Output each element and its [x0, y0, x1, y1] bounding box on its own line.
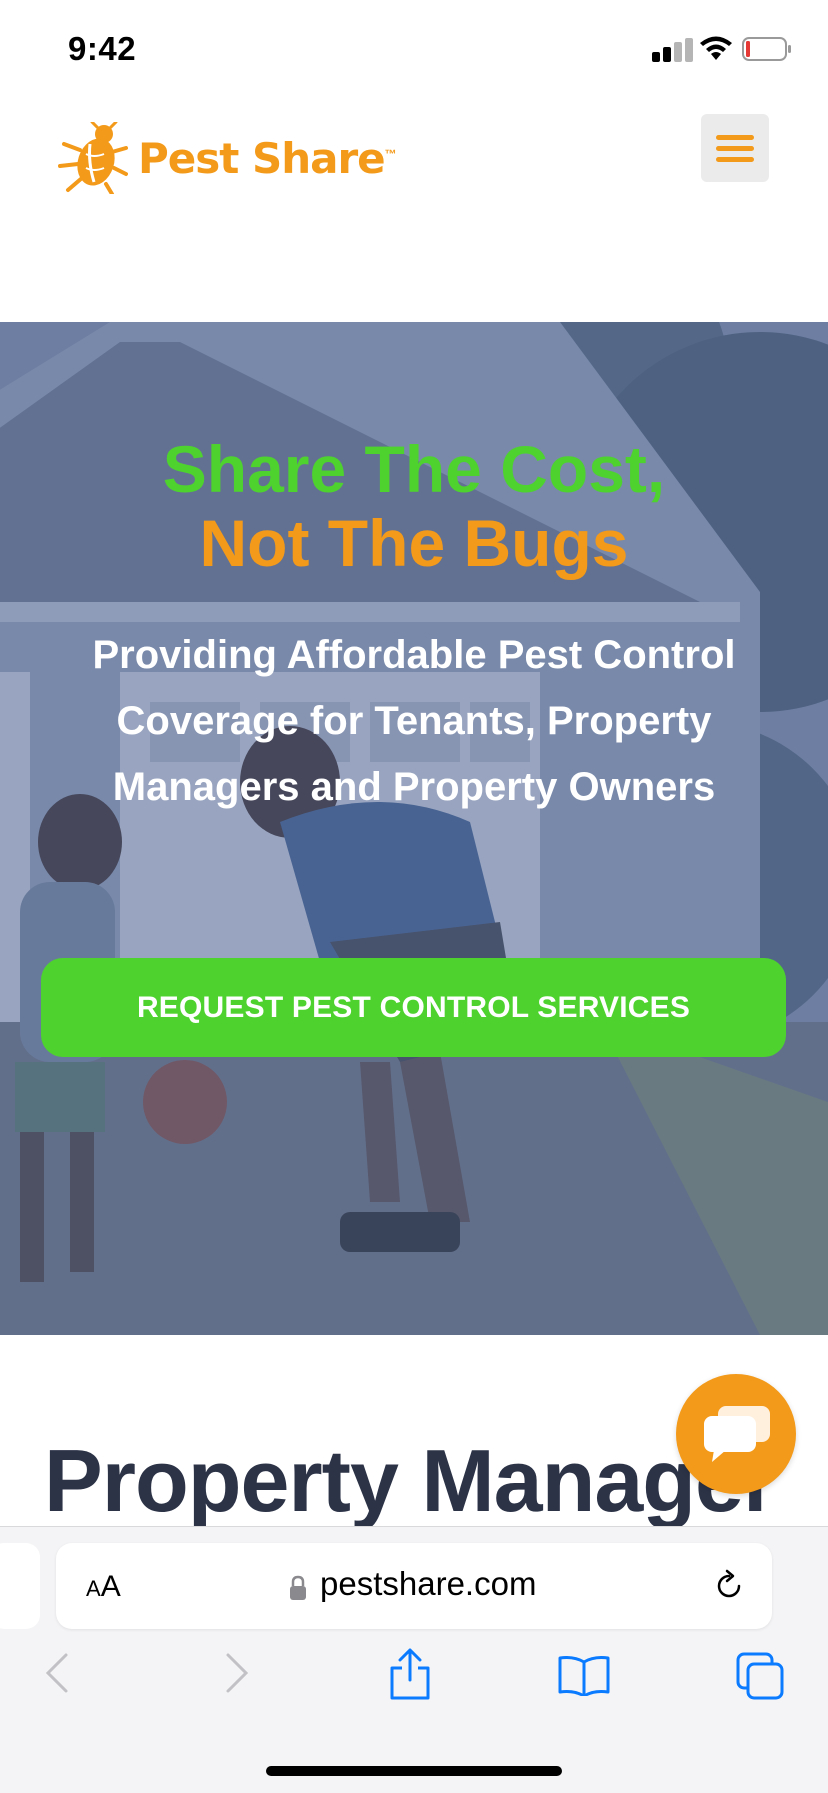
chat-bubbles-icon	[704, 1406, 770, 1462]
battery-icon	[742, 37, 791, 61]
hamburger-menu-icon	[716, 134, 754, 140]
signal-icon	[652, 38, 693, 62]
pest-share-logo[interactable]: Pest Share™	[58, 122, 397, 194]
hero-title-line-1: Share The Cost,	[162, 432, 666, 506]
request-pest-control-button[interactable]: REQUEST PEST CONTROL SERVICES	[41, 958, 786, 1057]
address-bar[interactable]: AA pestshare.com	[56, 1543, 772, 1629]
section-heading: Property Manager	[44, 1431, 777, 1530]
reload-icon[interactable]	[712, 1569, 746, 1603]
share-icon[interactable]	[388, 1648, 432, 1700]
hamburger-menu-button[interactable]	[701, 114, 769, 182]
hero-title: Share The Cost, Not The Bugs	[0, 432, 828, 580]
wifi-icon	[700, 36, 732, 60]
forward-icon[interactable]	[224, 1652, 250, 1694]
hero-section: Share The Cost, Not The Bugs Providing A…	[0, 322, 828, 1335]
bookmarks-icon[interactable]	[558, 1656, 610, 1696]
logo-text: Pest Share™	[138, 133, 397, 183]
url-text: pestshare.com	[320, 1565, 537, 1602]
hero-title-line-2: Not The Bugs	[199, 506, 629, 580]
lock-icon	[290, 1575, 306, 1600]
text-size-button[interactable]: AA	[86, 1570, 121, 1604]
chat-button[interactable]	[676, 1374, 796, 1494]
status-bar: 9:42	[0, 0, 828, 100]
back-icon[interactable]	[44, 1652, 70, 1694]
previous-tab-preview[interactable]	[0, 1543, 40, 1629]
status-time: 9:42	[68, 30, 137, 67]
home-indicator[interactable]	[266, 1766, 562, 1776]
hero-subtitle: Providing Affordable Pest Control Covera…	[92, 633, 736, 809]
bug-logo-icon	[58, 122, 128, 194]
tabs-icon[interactable]	[736, 1652, 784, 1700]
